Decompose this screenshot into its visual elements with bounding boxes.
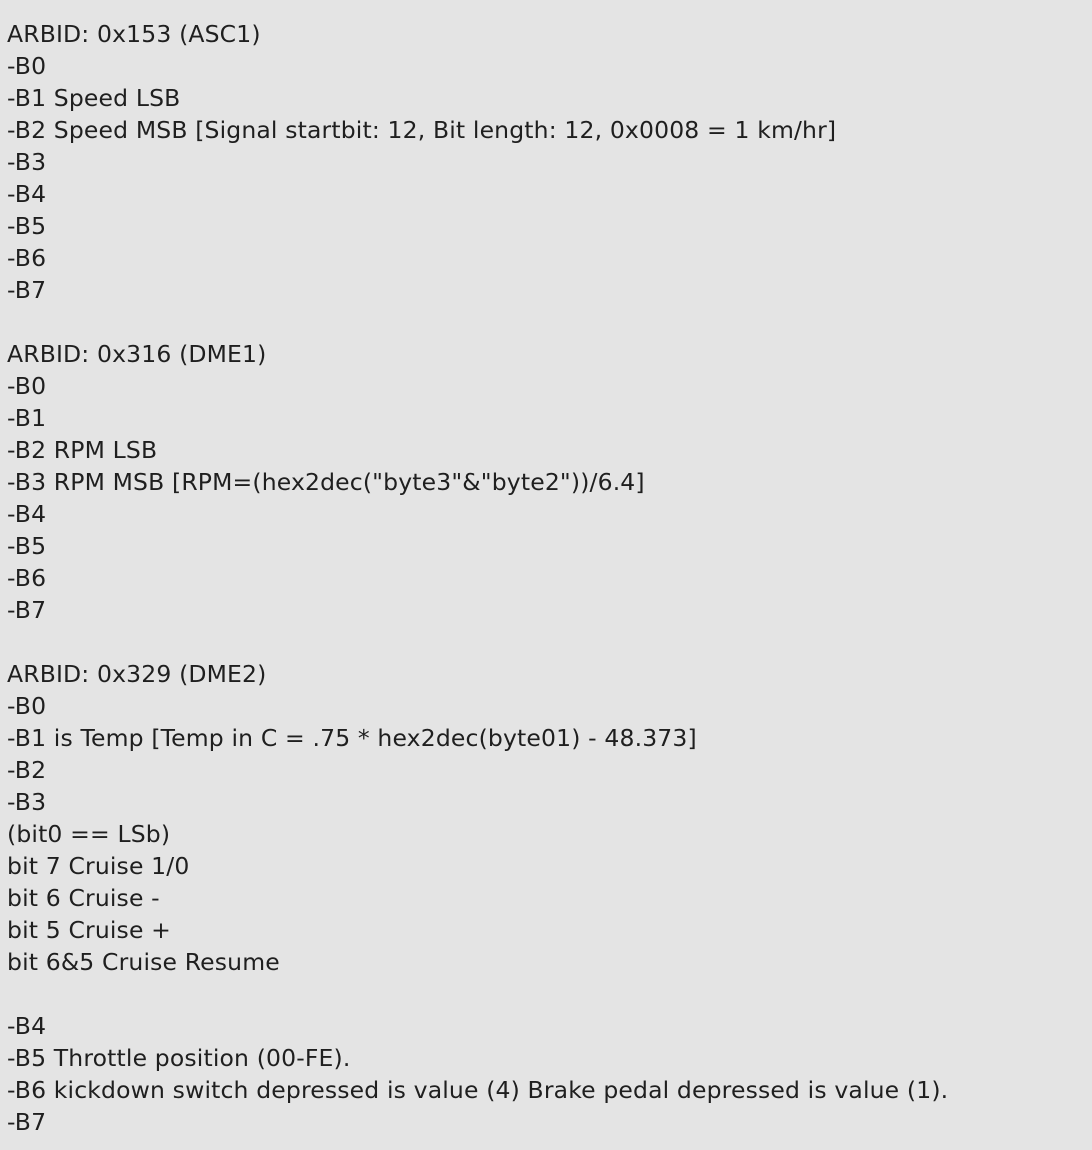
- byte-line: -B2 Speed MSB [Signal startbit: 12, Bit …: [7, 116, 837, 144]
- byte-line: -B5: [7, 212, 47, 240]
- byte-line: -B1 Speed LSB: [7, 84, 181, 112]
- byte-line: -B3: [7, 788, 47, 816]
- byte-line: -B4: [7, 180, 47, 208]
- arbid-heading: ARBID: 0x316 (DME1): [7, 340, 267, 368]
- byte-line: -B3 RPM MSB [RPM=(hex2dec("byte3"&"byte2…: [7, 468, 645, 496]
- byte-line: -B4: [7, 500, 47, 528]
- byte-line: -B1 is Temp [Temp in C = .75 * hex2dec(b…: [7, 724, 697, 752]
- arbid-heading: ARBID: 0x329 (DME2): [7, 660, 267, 688]
- byte-line: -B4: [7, 1012, 47, 1040]
- byte-line: -B1: [7, 404, 47, 432]
- byte-line: -B7: [7, 596, 47, 624]
- byte-line: -B6: [7, 564, 47, 592]
- bit-line: bit 6&5 Cruise Resume: [7, 948, 280, 976]
- byte-line: -B0: [7, 692, 47, 720]
- byte-line: -B5: [7, 532, 47, 560]
- arbid-heading: ARBID: 0x153 (ASC1): [7, 20, 261, 48]
- byte-line: -B7: [7, 1108, 47, 1136]
- byte-line: -B6 kickdown switch depressed is value (…: [7, 1076, 949, 1104]
- bit-line: bit 5 Cruise +: [7, 916, 172, 944]
- bit-line: (bit0 == LSb): [7, 820, 171, 848]
- byte-line: -B2 RPM LSB: [7, 436, 158, 464]
- byte-line: -B5 Throttle position (00-FE).: [7, 1044, 351, 1072]
- bit-line: bit 6 Cruise -: [7, 884, 160, 912]
- bit-line: bit 7 Cruise 1/0: [7, 852, 190, 880]
- byte-line: -B2: [7, 756, 47, 784]
- byte-line: -B0: [7, 372, 47, 400]
- byte-line: -B3: [7, 148, 47, 176]
- can-message-notes: ARBID: 0x153 (ASC1) -B0 -B1 Speed LSB -B2 S…: [7, 18, 1087, 1138]
- byte-line: -B0: [7, 52, 47, 80]
- byte-line: -B6: [7, 244, 47, 272]
- byte-line: -B7: [7, 276, 47, 304]
